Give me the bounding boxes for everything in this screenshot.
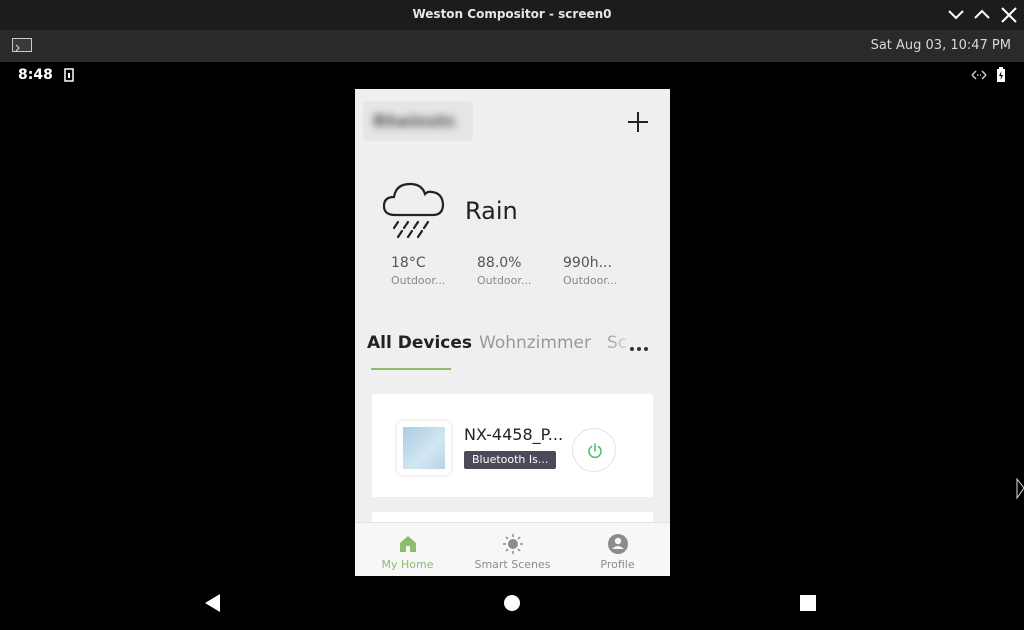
window-titlebar: Weston Compositor - screen0 — [0, 0, 1024, 31]
home-name: Rheinstr. — [373, 112, 459, 132]
cursor-icon — [1016, 477, 1024, 504]
status-time: 8:48 — [18, 67, 53, 83]
battery-charging-icon — [996, 67, 1006, 87]
profile-icon — [607, 534, 628, 554]
stat-label: Outdoor... — [391, 274, 446, 287]
bottom-navigation: My Home Smart Scenes Profile — [355, 522, 670, 576]
home-icon — [399, 536, 416, 552]
maximize-button[interactable] — [972, 5, 992, 25]
stat-value: 18°C — [391, 255, 426, 271]
terminal-launcher-icon[interactable] — [12, 38, 32, 52]
tab-wohnzimmer[interactable]: Wohnzimmer — [479, 333, 591, 353]
weather-stat-pressure: 990h... Outdoor... — [563, 255, 633, 287]
more-tabs-button[interactable] — [627, 339, 653, 351]
device-card[interactable]: NX-4458_P... Bluetooth Is... — [372, 394, 653, 497]
chevron-down-icon — [948, 10, 964, 20]
nav-profile[interactable]: Profile — [565, 523, 670, 576]
nav-label: Profile — [600, 558, 635, 571]
panel-clock: Sat Aug 03, 10:47 PM — [870, 38, 1011, 53]
minimize-button[interactable] — [946, 5, 966, 25]
nav-label: Smart Scenes — [474, 558, 551, 571]
weather-stat-humidity: 88.0% Outdoor... — [477, 255, 547, 287]
recents-button[interactable] — [795, 590, 821, 616]
tab-all-devices[interactable]: All Devices — [367, 333, 472, 353]
device-thumbnail — [397, 421, 451, 475]
power-icon — [588, 443, 602, 459]
desktop-panel: Sat Aug 03, 10:47 PM — [0, 30, 1024, 62]
close-button[interactable] — [999, 5, 1019, 25]
data-transfer-icon — [970, 67, 988, 87]
home-button[interactable] — [499, 590, 525, 616]
more-dots-icon — [630, 347, 648, 351]
weather-condition: Rain — [465, 197, 518, 225]
window-title: Weston Compositor - screen0 — [412, 7, 612, 21]
stat-value: 88.0% — [477, 255, 522, 271]
sun-icon — [502, 534, 523, 554]
room-tabs: All Devices Wohnzimmer Sc — [355, 329, 670, 369]
back-triangle-icon — [205, 594, 220, 612]
nav-label: My Home — [381, 558, 434, 571]
nav-my-home[interactable]: My Home — [355, 523, 460, 576]
stat-label: Outdoor... — [563, 274, 618, 287]
rain-cloud-icon — [382, 182, 445, 239]
home-circle-icon — [504, 595, 520, 611]
stat-label: Outdoor... — [477, 274, 532, 287]
back-button[interactable] — [200, 590, 226, 616]
device-status-badge: Bluetooth Is... — [464, 451, 557, 469]
stat-value: 990h... — [563, 255, 612, 271]
chevron-up-icon — [974, 9, 990, 19]
weather-stat-temperature: 18°C Outdoor... — [391, 255, 461, 287]
close-icon — [1001, 7, 1017, 23]
plus-icon — [628, 112, 648, 132]
nav-smart-scenes[interactable]: Smart Scenes — [460, 523, 565, 576]
active-tab-indicator — [371, 368, 451, 370]
home-selector[interactable]: Rheinstr. — [363, 101, 473, 141]
device-status-icon — [63, 67, 75, 87]
device-name: NX-4458_P... — [464, 425, 564, 444]
app-screen: Rheinstr. Rain 18°C Outdoor... 88.0% Out… — [355, 89, 670, 576]
add-button[interactable] — [625, 109, 651, 135]
power-button[interactable] — [572, 428, 616, 472]
recents-square-icon — [800, 595, 816, 611]
